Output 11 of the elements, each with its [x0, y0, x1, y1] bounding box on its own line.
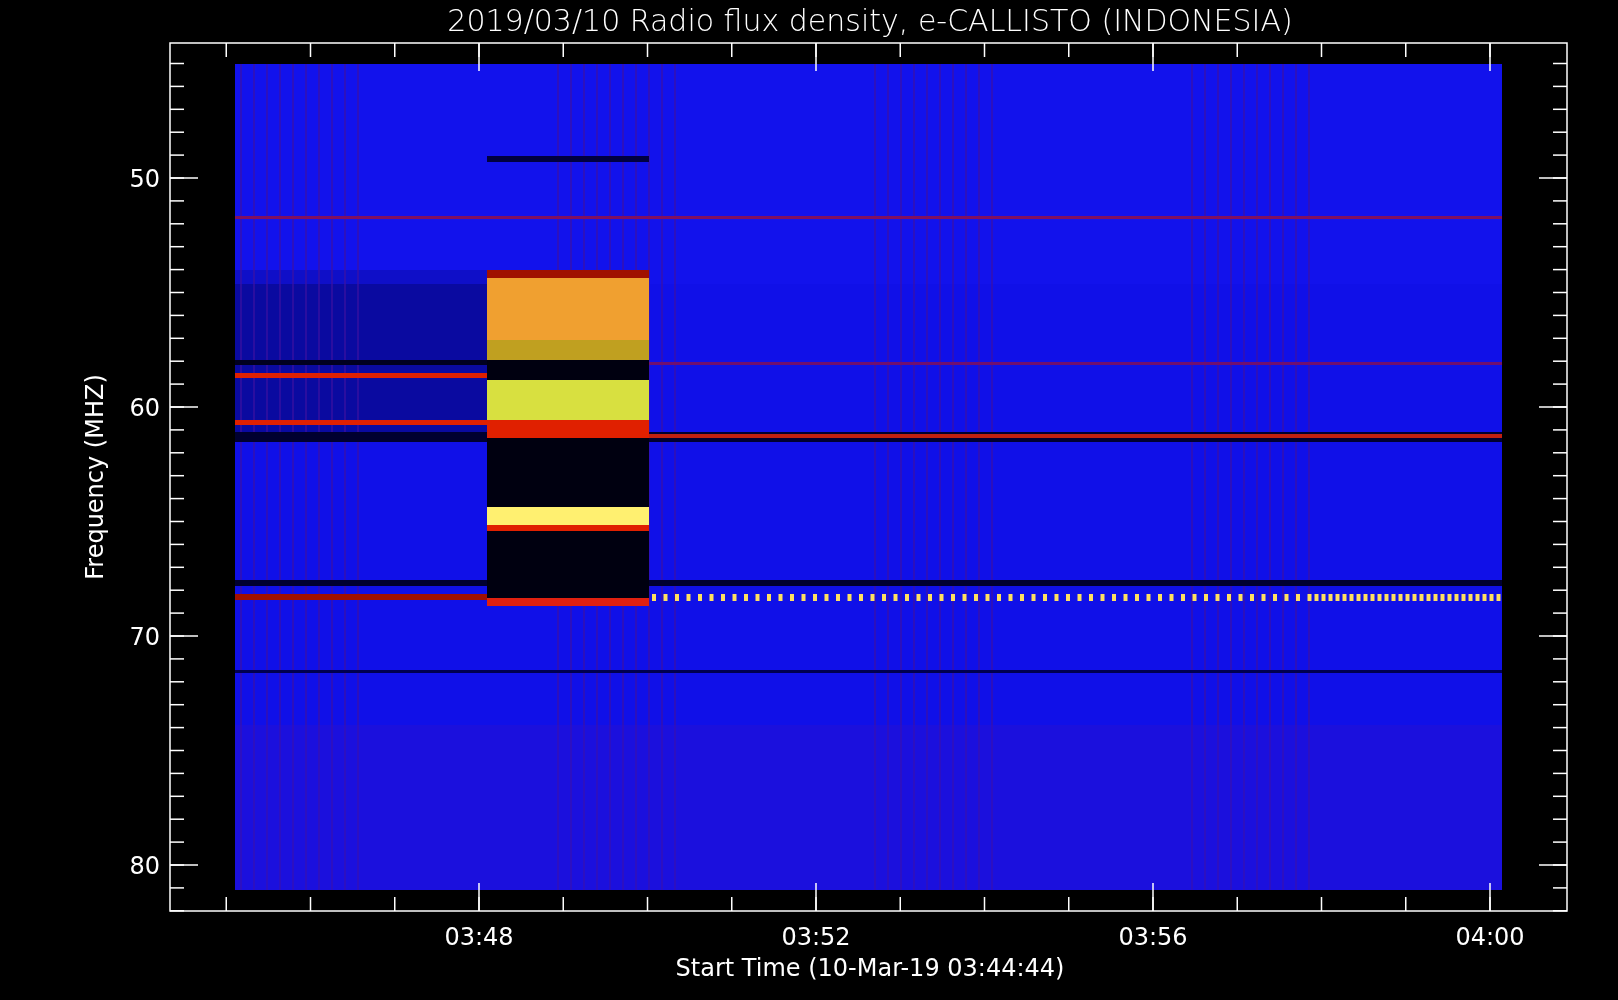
tick-label: 03:48: [444, 923, 514, 951]
tick-label: 80: [129, 852, 160, 880]
plot-title: 2019/03/10 Radio flux density, e-CALLISTO (INDONESIA): [447, 3, 1293, 38]
tick-label: 03:56: [1118, 923, 1188, 951]
tick-label: 03:52: [781, 923, 851, 951]
axis-label: Frequency (MHZ): [81, 374, 109, 580]
axis-label: Start Time (10-Mar-19 03:44:44): [675, 954, 1065, 982]
tick-label: 04:00: [1455, 923, 1525, 951]
tick-label: 60: [129, 394, 160, 422]
tick-label: 70: [129, 623, 160, 651]
tick-label: 50: [129, 165, 160, 193]
